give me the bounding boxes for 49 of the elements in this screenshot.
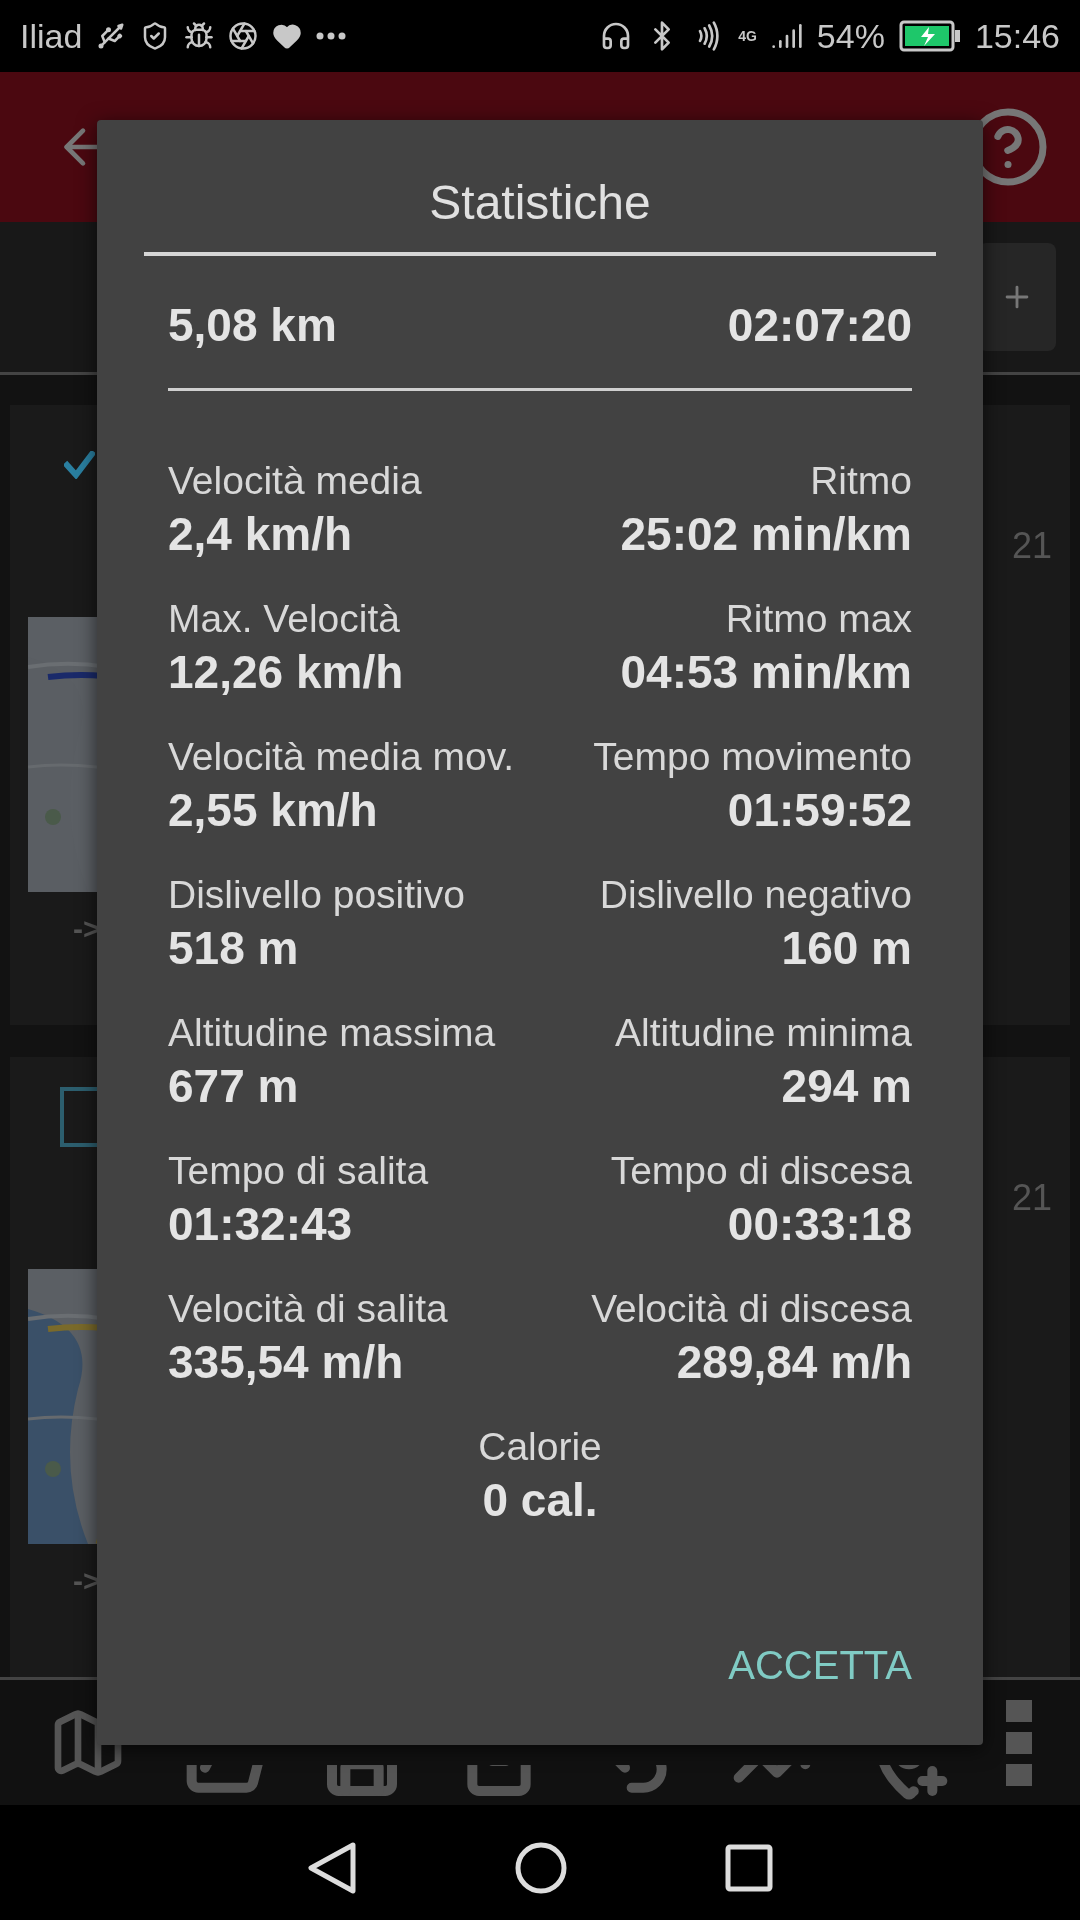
stat-label: Velocità di salita [168,1287,448,1331]
stat-value: 2,4 km/h [168,507,353,561]
menu-icon[interactable] [1005,1699,1032,1786]
stat-label: Altitudine massima [168,1011,496,1055]
network-type: 4G [738,28,757,44]
stat-label: Calorie [478,1425,602,1469]
stat-value: 25:02 min/km [620,507,912,561]
back-nav-icon[interactable] [307,1840,357,1895]
stat-label: Dislivello negativo [599,873,912,917]
stat-label: Ritmo max [725,597,912,641]
stat-label: Dislivello positivo [168,873,465,917]
dialog-title: Statistiche [429,176,651,229]
stat-value: 01:32:43 [168,1197,353,1251]
check-icon [64,451,95,479]
carrier-name: Iliad [20,16,83,56]
stat-label: Velocità media [168,459,422,503]
bug-icon [184,21,215,51]
stat-value: 518 m [168,921,299,975]
accept-button[interactable]: ACCETTA [728,1639,912,1692]
stat-value: 01:59:52 [727,783,912,837]
more-icon [316,32,347,40]
stat-value: 12,26 km/h [168,645,404,699]
stat-label: Max. Velocità [168,597,400,641]
clock-time: 15:46 [974,16,1060,56]
recents-nav-icon[interactable] [725,1843,773,1892]
stat-label: Tempo di salita [168,1149,429,1193]
stat-label: Velocità di discesa [591,1287,912,1331]
aperture-icon [228,21,259,51]
stat-value: 677 m [168,1059,299,1113]
stat-label: Tempo di discesa [610,1149,912,1193]
stat-label: Tempo movimento [593,735,912,779]
stat-value: 0 cal. [482,1473,598,1527]
stat-value: 335,54 m/h [168,1335,404,1389]
stat-value: 00:33:18 [727,1197,912,1251]
stat-label: Velocità media mov. [168,735,515,779]
stat-value: 160 m [781,921,912,975]
date-text: 21 [1011,1177,1052,1219]
distance-value: 5,08 km [168,298,337,352]
stat-value: 294 m [781,1059,912,1113]
duration-value: 02:07:20 [727,298,912,352]
battery-icon [898,20,961,52]
stat-value: 04:53 min/km [620,645,912,699]
battery-percent: 54% [816,16,885,56]
date-text: 21 [1011,525,1052,567]
stat-label: Altitudine minima [615,1011,912,1055]
home-nav-icon[interactable] [514,1840,568,1895]
stat-value: 2,55 km/h [168,783,378,837]
stat-label: Ritmo [810,459,912,503]
stat-value: 289,84 m/h [676,1335,912,1389]
